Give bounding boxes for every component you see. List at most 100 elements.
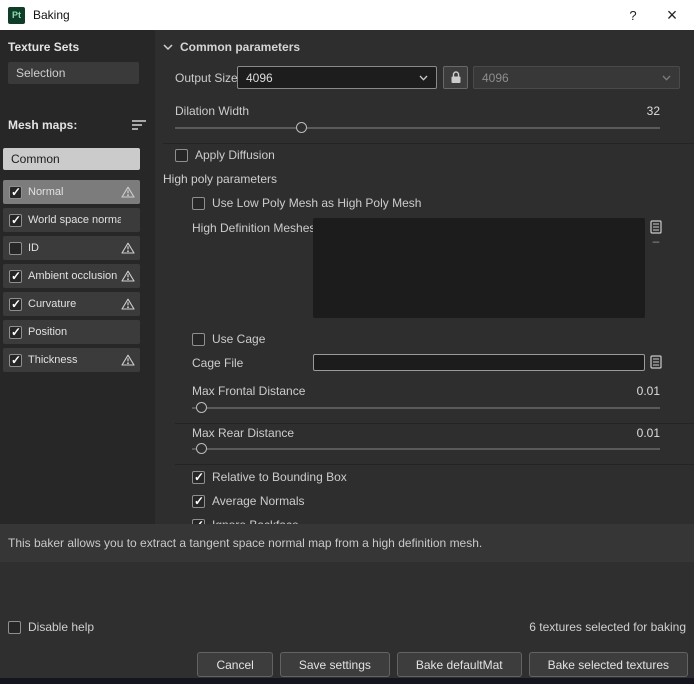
use-low-poly-row: Use Low Poly Mesh as High Poly Mesh	[192, 196, 421, 210]
use-low-poly-checkbox[interactable]	[192, 196, 205, 210]
dilation-width-label: Dilation Width	[175, 104, 250, 118]
warning-icon	[121, 242, 135, 254]
mesh-map-label: Position	[28, 326, 68, 338]
use-low-poly-label: Use Low Poly Mesh as High Poly Mesh	[212, 196, 422, 210]
mesh-map-item-world-space-normal[interactable]: World space normal	[3, 208, 140, 232]
relative-bbox-label: Relative to Bounding Box	[212, 470, 347, 484]
warning-icon	[121, 354, 135, 366]
mesh-maps-label: Mesh maps:	[8, 118, 78, 132]
output-size-label: Output Size	[175, 71, 238, 85]
mesh-map-label: Normal	[28, 186, 64, 198]
mesh-map-checkbox[interactable]	[9, 213, 22, 227]
mesh-map-item-position[interactable]: Position	[3, 320, 140, 344]
output-size-select[interactable]: 4096	[237, 66, 437, 89]
mesh-map-checkbox[interactable]	[9, 241, 22, 255]
bottom-row: Disable help 6 textures selected for bak…	[8, 620, 686, 634]
mesh-map-item-normal[interactable]: Normal	[3, 180, 140, 204]
parameters-panel: Common parameters Output Size 4096 4096 …	[155, 30, 694, 524]
output-size-value: 4096	[246, 70, 273, 85]
cancel-button[interactable]: Cancel	[197, 652, 273, 677]
mesh-map-checkbox[interactable]	[9, 269, 22, 283]
bake-selected-textures-button[interactable]: Bake selected textures	[528, 652, 688, 677]
slider-handle[interactable]	[296, 122, 308, 133]
common-item[interactable]: Common	[3, 148, 140, 170]
baking-dialog: Pt Baking ? × Texture Sets Selection Mes…	[0, 0, 694, 684]
dilation-width-slider[interactable]	[175, 121, 660, 135]
use-cage-row: Use Cage	[192, 332, 265, 346]
max-frontal-value: 0.01	[636, 384, 660, 398]
output-size-locked-select: 4096	[473, 66, 680, 89]
mesh-map-checkbox[interactable]	[9, 297, 22, 311]
apply-diffusion-checkbox[interactable]	[175, 148, 188, 162]
mesh-map-item-curvature[interactable]: Curvature	[3, 292, 140, 316]
close-button[interactable]: ×	[650, 1, 694, 29]
warning-icon	[121, 270, 135, 282]
texture-sets-header: Texture Sets	[8, 40, 80, 54]
filter-icon[interactable]	[131, 119, 147, 131]
dilation-width-value: 32	[646, 104, 660, 118]
help-text: This baker allows you to extract a tange…	[8, 536, 483, 550]
mesh-list-controls: –	[650, 220, 662, 247]
disable-help-label: Disable help	[28, 620, 95, 634]
lock-button[interactable]	[443, 66, 468, 89]
mesh-map-checkbox[interactable]	[9, 353, 22, 367]
average-normals-checkbox[interactable]	[192, 494, 205, 508]
warning-icon	[121, 298, 135, 310]
mesh-map-label: World space normal	[28, 214, 121, 226]
window-bottom-edge	[0, 678, 694, 684]
mesh-map-label: Thickness	[28, 354, 78, 366]
max-rear-slider[interactable]	[192, 442, 660, 456]
slider-track	[175, 127, 660, 129]
file-browse-icon[interactable]	[650, 355, 662, 369]
apply-diffusion-label: Apply Diffusion	[195, 148, 275, 162]
average-normals-row: Average Normals	[192, 494, 304, 508]
max-frontal-label: Max Frontal Distance	[192, 384, 306, 398]
titlebar: Pt Baking ? ×	[0, 0, 694, 30]
mesh-maps-header: Mesh maps:	[8, 118, 147, 132]
bake-defaultmat-button[interactable]: Bake defaultMat	[396, 652, 522, 677]
max-frontal-slider[interactable]	[192, 401, 660, 415]
slider-track	[192, 448, 660, 450]
slider-handle[interactable]	[196, 443, 208, 454]
lock-icon	[450, 71, 462, 84]
output-size-locked-value: 4096	[482, 70, 509, 85]
mesh-map-item-ambient-occlusion[interactable]: Ambient occlusion	[3, 264, 140, 288]
mesh-map-label: Curvature	[28, 298, 77, 310]
mesh-map-item-id[interactable]: ID	[3, 236, 140, 260]
help-button[interactable]: ?	[616, 8, 650, 23]
chevron-down-icon	[662, 75, 671, 81]
footer-buttons: Cancel Save settings Bake defaultMat Bak…	[0, 652, 688, 677]
max-rear-label: Max Rear Distance	[192, 426, 295, 440]
selection-button[interactable]: Selection	[8, 62, 139, 84]
high-definition-meshes-list[interactable]	[313, 218, 645, 318]
slider-track	[192, 407, 660, 409]
relative-bbox-row: Relative to Bounding Box	[192, 470, 347, 484]
average-normals-label: Average Normals	[212, 494, 305, 508]
mesh-map-item-thickness[interactable]: Thickness	[3, 348, 140, 372]
high-poly-parameters-header: High poly parameters	[163, 172, 278, 186]
sidebar: Texture Sets Selection Mesh maps: Common…	[0, 30, 155, 524]
disable-help-checkbox[interactable]	[8, 620, 21, 634]
help-band: This baker allows you to extract a tange…	[0, 524, 694, 562]
separator	[175, 464, 694, 465]
mesh-map-label: ID	[28, 242, 39, 254]
mesh-map-checkbox[interactable]	[9, 185, 22, 199]
apply-diffusion-row: Apply Diffusion	[175, 148, 275, 162]
separator	[163, 143, 694, 144]
relative-bbox-checkbox[interactable]	[192, 470, 205, 484]
high-def-meshes-label: High Definition Meshes	[192, 221, 316, 235]
textures-selected-status: 6 textures selected for baking	[529, 620, 686, 634]
mesh-map-list: Normal World space normal ID Ambient occ…	[3, 180, 140, 376]
section-title: Common parameters	[180, 40, 301, 54]
app-logo-icon: Pt	[8, 6, 25, 24]
separator	[175, 423, 694, 424]
remove-mesh-button[interactable]: –	[653, 235, 660, 247]
mesh-map-checkbox[interactable]	[9, 325, 22, 339]
slider-handle[interactable]	[196, 402, 208, 413]
use-cage-checkbox[interactable]	[192, 332, 205, 346]
common-parameters-header[interactable]: Common parameters	[163, 40, 300, 54]
save-settings-button[interactable]: Save settings	[279, 652, 390, 677]
use-cage-label: Use Cage	[212, 332, 266, 346]
file-list-icon[interactable]	[650, 220, 662, 234]
cage-file-input[interactable]	[313, 354, 645, 371]
